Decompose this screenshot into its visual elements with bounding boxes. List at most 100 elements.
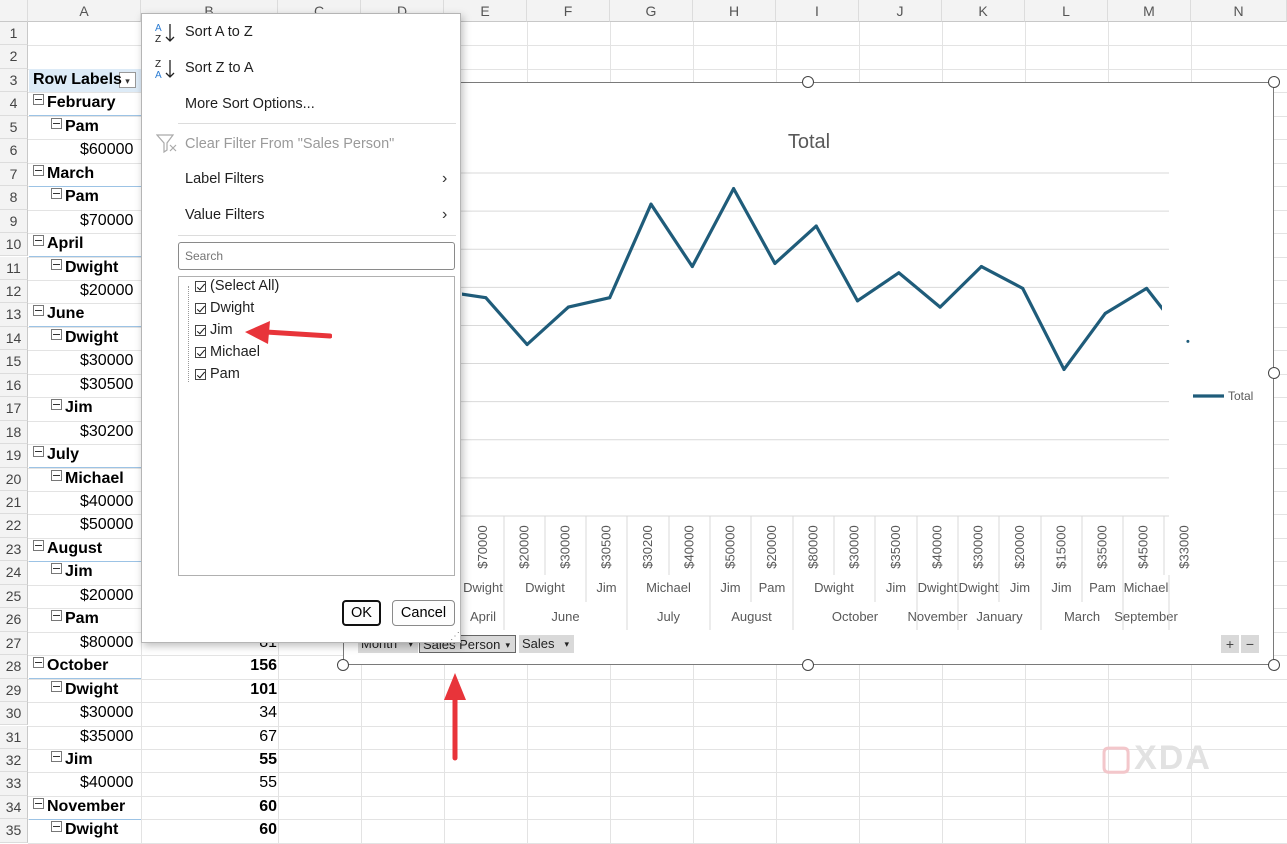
- pivot-value-row[interactable]: $40000: [80, 774, 133, 792]
- chart-resize-handle[interactable]: [802, 76, 814, 88]
- row-header-28[interactable]: 28: [0, 655, 28, 679]
- pivot-count-cell[interactable]: 55: [157, 774, 277, 792]
- row-header-33[interactable]: 33: [0, 772, 28, 796]
- chart-resize-handle[interactable]: [1268, 76, 1280, 88]
- row-header-32[interactable]: 32: [0, 748, 28, 773]
- pivot-value-row[interactable]: $20000: [80, 282, 133, 300]
- filter-item-label[interactable]: Dwight: [210, 300, 254, 316]
- pivot-person-row[interactable]: Dwight: [51, 328, 118, 347]
- checkbox-michael[interactable]: [195, 347, 206, 358]
- row-header-10[interactable]: 10: [0, 233, 28, 257]
- pivot-person-row[interactable]: Dwight: [51, 680, 118, 699]
- collapse-icon[interactable]: [33, 797, 44, 809]
- row-header-26[interactable]: 26: [0, 608, 28, 632]
- row-header-25[interactable]: 25: [0, 584, 28, 609]
- pivot-value-row[interactable]: $70000: [80, 212, 133, 230]
- collapse-icon[interactable]: [33, 305, 44, 317]
- pivot-value-row[interactable]: $35000: [80, 728, 133, 746]
- collapse-icon[interactable]: [51, 258, 62, 270]
- pivot-value-row[interactable]: $30000: [80, 704, 133, 722]
- pivot-month-row[interactable]: February: [33, 94, 115, 112]
- row-header-13[interactable]: 13: [0, 303, 28, 327]
- column-header-J[interactable]: J: [859, 0, 942, 22]
- collapse-icon[interactable]: [33, 657, 44, 669]
- checkbox-jim[interactable]: [195, 325, 206, 336]
- zoom-in-button[interactable]: +: [1221, 635, 1239, 653]
- collapse-icon[interactable]: [51, 563, 62, 575]
- pivot-person-row[interactable]: Michael: [51, 469, 124, 488]
- row-header-3[interactable]: 3: [0, 68, 28, 93]
- pivot-count-cell[interactable]: 101: [157, 681, 277, 699]
- row-header-22[interactable]: 22: [0, 514, 28, 538]
- clear-filter-item[interactable]: Clear Filter From "Sales Person": [185, 136, 394, 152]
- pivot-month-row[interactable]: July: [33, 446, 79, 464]
- ok-button[interactable]: OK: [342, 600, 381, 626]
- chart-resize-handle[interactable]: [1268, 659, 1280, 671]
- collapse-icon[interactable]: [51, 680, 62, 692]
- pivot-month-row[interactable]: November: [33, 797, 125, 816]
- collapse-icon[interactable]: [51, 610, 62, 622]
- pivot-person-row[interactable]: Dwight: [51, 258, 118, 277]
- row-header-7[interactable]: 7: [0, 162, 28, 187]
- pivot-month-row[interactable]: June: [33, 305, 84, 323]
- pivot-value-row[interactable]: $60000: [80, 141, 133, 159]
- row-header-6[interactable]: 6: [0, 139, 28, 163]
- row-header-23[interactable]: 23: [0, 537, 28, 562]
- zoom-out-button[interactable]: −: [1241, 635, 1259, 653]
- pivot-value-row[interactable]: $20000: [80, 587, 133, 605]
- row-header-12[interactable]: 12: [0, 279, 28, 304]
- pivot-person-row[interactable]: Pam: [51, 117, 99, 136]
- pivot-count-cell[interactable]: 60: [157, 821, 277, 839]
- column-header-G[interactable]: G: [610, 0, 693, 22]
- row-header-21[interactable]: 21: [0, 491, 28, 515]
- pivot-chart[interactable]: Total $70000 $20000 $30000 $30500 $30200 $4000…: [343, 82, 1274, 665]
- row-header-17[interactable]: 17: [0, 397, 28, 421]
- more-sort-options-item[interactable]: More Sort Options...: [185, 96, 315, 112]
- pivot-person-row[interactable]: Dwight: [51, 821, 118, 839]
- field-button-sales[interactable]: Sales ▾: [519, 635, 574, 653]
- pivot-value-row[interactable]: $50000: [80, 516, 133, 534]
- collapse-icon[interactable]: [33, 446, 44, 458]
- collapse-icon[interactable]: [51, 399, 62, 411]
- pivot-count-cell[interactable]: 156: [157, 657, 277, 675]
- pivot-count-cell[interactable]: 34: [157, 704, 277, 722]
- checkbox-select-all[interactable]: [195, 281, 206, 292]
- chart-resize-handle[interactable]: [802, 659, 814, 671]
- pivot-month-row[interactable]: April: [33, 235, 83, 253]
- pivot-count-cell[interactable]: 60: [157, 798, 277, 816]
- pivot-month-row[interactable]: August: [33, 539, 102, 558]
- chart-resize-handle[interactable]: [337, 659, 349, 671]
- column-header-F[interactable]: F: [527, 0, 610, 22]
- pivot-person-row[interactable]: Pam: [51, 610, 99, 628]
- pivot-value-row[interactable]: $30000: [80, 352, 133, 370]
- pivot-count-cell[interactable]: 67: [157, 728, 277, 746]
- search-input[interactable]: [178, 242, 455, 270]
- row-header-9[interactable]: 9: [0, 209, 28, 234]
- filter-item-label[interactable]: Jim: [210, 322, 233, 338]
- row-header-5[interactable]: 5: [0, 115, 28, 140]
- collapse-icon[interactable]: [33, 539, 44, 551]
- column-header-H[interactable]: H: [693, 0, 776, 22]
- row-header-19[interactable]: 19: [0, 444, 28, 468]
- column-header-K[interactable]: K: [942, 0, 1025, 22]
- collapse-icon[interactable]: [51, 328, 62, 340]
- column-header-A[interactable]: A: [28, 0, 141, 22]
- sort-z-to-a-item[interactable]: Sort Z to A: [185, 60, 254, 76]
- row-header-15[interactable]: 15: [0, 350, 28, 374]
- pivot-person-row[interactable]: Pam: [51, 188, 99, 206]
- row-labels-header[interactable]: Row Labels: [33, 71, 122, 89]
- pivot-person-row[interactable]: Jim: [51, 399, 93, 417]
- cancel-button[interactable]: Cancel: [392, 600, 455, 626]
- collapse-icon[interactable]: [51, 117, 62, 129]
- row-header-8[interactable]: 8: [0, 186, 28, 210]
- select-all-corner[interactable]: [0, 0, 28, 22]
- pivot-value-row[interactable]: $40000: [80, 493, 133, 511]
- row-header-16[interactable]: 16: [0, 373, 28, 398]
- collapse-icon[interactable]: [51, 750, 62, 762]
- collapse-icon[interactable]: [33, 164, 44, 176]
- label-filters-item[interactable]: Label Filters: [185, 171, 264, 187]
- value-filters-item[interactable]: Value Filters: [185, 207, 265, 223]
- row-header-31[interactable]: 31: [0, 725, 28, 749]
- row-header-14[interactable]: 14: [0, 326, 28, 351]
- filter-item-label[interactable]: (Select All): [210, 278, 279, 294]
